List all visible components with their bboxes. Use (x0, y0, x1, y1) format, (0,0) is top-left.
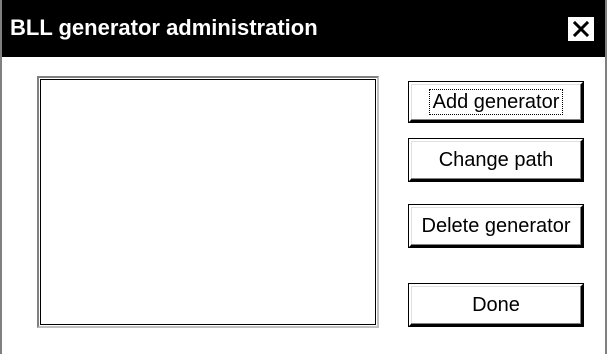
close-button[interactable] (566, 15, 596, 43)
delete-generator-button[interactable]: Delete generator (409, 205, 583, 247)
dialog-window: BLL generator administration Add generat… (0, 0, 607, 354)
done-button[interactable]: Done (409, 284, 583, 326)
add-generator-label: Add generator (428, 89, 564, 115)
title-bar[interactable]: BLL generator administration (2, 0, 605, 57)
add-generator-button[interactable]: Add generator (409, 82, 583, 122)
generator-listbox[interactable] (37, 76, 379, 328)
window-title: BLL generator administration (10, 15, 318, 40)
done-label: Done (472, 294, 520, 316)
change-path-label: Change path (438, 149, 554, 171)
delete-generator-label: Delete generator (421, 215, 571, 237)
close-icon (573, 21, 589, 37)
change-path-button[interactable]: Change path (409, 139, 583, 181)
